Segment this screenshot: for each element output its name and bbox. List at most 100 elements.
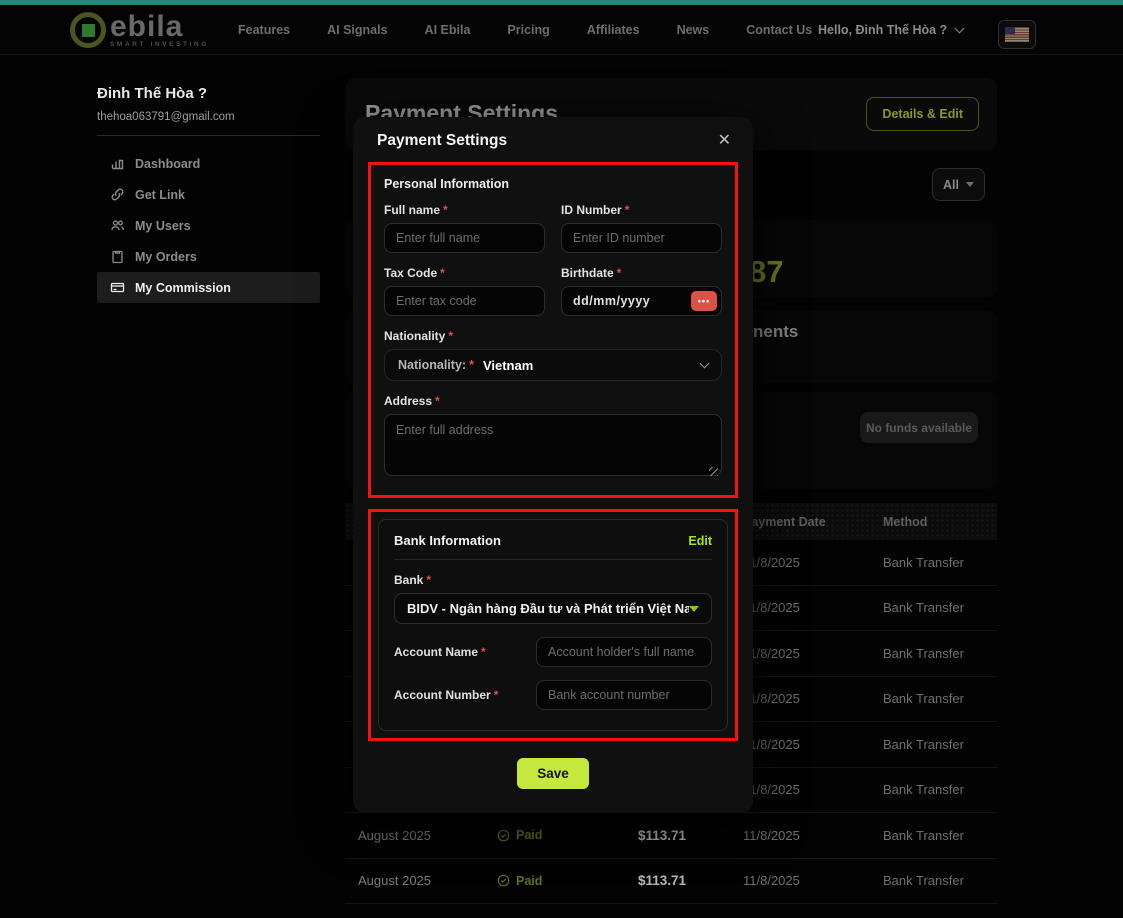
- sidebar-item-label: My Orders: [135, 250, 197, 264]
- bank-select-value: BIDV - Ngân hàng Đầu tư và Phát triển Vi…: [407, 601, 689, 616]
- status-badge: Paid: [516, 828, 542, 842]
- cell-payment-date: 11/8/2025: [743, 828, 883, 843]
- sidebar-user-name: Đinh Thế Hòa ?: [97, 85, 207, 102]
- cell-method: Bank Transfer: [883, 555, 997, 570]
- nationality-select-prefix: Nationality:: [398, 358, 466, 372]
- sidebar-item-my-orders[interactable]: My Orders: [97, 241, 320, 272]
- dropdown-arrow-icon: [689, 606, 699, 612]
- payments-title-fragment: nents: [753, 322, 798, 342]
- required-marker: *: [494, 688, 499, 702]
- personal-information-heading: Personal Information: [384, 177, 722, 191]
- status-badge: Paid: [516, 874, 542, 888]
- account-number-label: Account Number: [394, 688, 491, 702]
- language-selector-button[interactable]: [998, 20, 1036, 49]
- app-window: ebila SMART INVESTING Features AI Signals…: [0, 0, 1123, 918]
- save-button[interactable]: Save: [517, 758, 589, 789]
- nav-menu-item[interactable]: Contact Us: [746, 23, 812, 37]
- bank-information-heading: Bank Information: [394, 533, 501, 548]
- cell-amount: $113.71: [638, 828, 743, 843]
- id-number-input[interactable]: [561, 223, 722, 253]
- nav-menu-item[interactable]: AI Signals: [327, 23, 387, 37]
- brand-logo[interactable]: ebila SMART INVESTING: [70, 12, 209, 48]
- personal-information-section: Personal Information Full name* ID Numbe…: [368, 162, 738, 498]
- credit-card-icon: [110, 280, 125, 295]
- check-circle-icon: [497, 874, 510, 887]
- id-number-label: ID Number: [561, 203, 622, 217]
- tax-code-field-group: Tax Code*: [384, 266, 545, 316]
- full-name-field-group: Full name*: [384, 203, 545, 253]
- full-name-input[interactable]: [384, 223, 545, 253]
- account-name-field-group: Account Name*: [394, 637, 712, 667]
- account-number-field-group: Account Number*: [394, 680, 712, 710]
- sidebar-menu: Dashboard Get Link My Users My Orders My…: [97, 148, 320, 303]
- chevron-down-icon: [700, 358, 710, 368]
- cell-payment-date: 11/8/2025: [743, 737, 883, 752]
- user-greeting-dropdown[interactable]: Hello, Đinh Thế Hòa ?: [818, 5, 963, 55]
- cell-amount: $113.71: [638, 873, 743, 888]
- sidebar-item-my-commission[interactable]: My Commission: [97, 272, 320, 303]
- details-edit-button[interactable]: Details & Edit: [866, 97, 979, 131]
- cell-month: August 2025: [358, 873, 497, 888]
- check-circle-icon: [497, 829, 510, 842]
- address-textarea[interactable]: [384, 414, 722, 476]
- required-marker: *: [443, 203, 448, 217]
- account-name-input[interactable]: [536, 637, 712, 667]
- us-flag-icon: [1005, 27, 1029, 42]
- sidebar-item-label: My Users: [135, 219, 191, 233]
- cell-status: Paid: [497, 874, 638, 888]
- bank-select[interactable]: BIDV - Ngân hàng Đầu tư và Phát triển Vi…: [394, 593, 712, 624]
- id-number-field-group: ID Number*: [561, 203, 722, 253]
- nationality-field-group: Nationality* Nationality:* Vietnam: [384, 329, 722, 381]
- nationality-select[interactable]: Nationality:* Vietnam: [384, 349, 722, 381]
- cell-method: Bank Transfer: [883, 600, 997, 615]
- tax-code-label: Tax Code: [384, 266, 437, 280]
- brand-logo-icon: [70, 12, 106, 48]
- cell-payment-date: 11/8/2025: [743, 782, 883, 797]
- nav-menu: Features AI Signals AI Ebila Pricing Affilia…: [238, 5, 812, 55]
- modal-title: Payment Settings: [377, 132, 507, 150]
- sidebar-item-dashboard[interactable]: Dashboard: [97, 148, 320, 179]
- chevron-down-icon: [955, 23, 965, 33]
- link-icon: [110, 187, 125, 202]
- brand-tagline: SMART INVESTING: [110, 41, 209, 48]
- sidebar-item-my-users[interactable]: My Users: [97, 210, 320, 241]
- nav-menu-item[interactable]: Features: [238, 23, 290, 37]
- required-marker: *: [440, 266, 445, 280]
- sidebar-item-get-link[interactable]: Get Link: [97, 179, 320, 210]
- table-row[interactable]: August 2025 Paid $113.71 11/8/2025 Bank …: [345, 813, 997, 859]
- table-row[interactable]: August 2025 Paid $113.71 11/8/2025 Bank …: [345, 859, 997, 905]
- calendar-icon[interactable]: •••: [691, 291, 717, 311]
- nav-menu-item[interactable]: Affiliates: [587, 23, 640, 37]
- sidebar-user-email: thehoa063791@gmail.com: [97, 111, 235, 123]
- filter-all-dropdown[interactable]: All: [932, 168, 985, 201]
- filter-all-label: All: [943, 178, 959, 192]
- full-name-label: Full name: [384, 203, 440, 217]
- tax-code-input[interactable]: [384, 286, 545, 316]
- account-name-label: Account Name: [394, 645, 478, 659]
- sidebar-item-label: Dashboard: [135, 157, 200, 171]
- cell-payment-date: 11/8/2025: [743, 691, 883, 706]
- nav-menu-item[interactable]: News: [677, 23, 710, 37]
- cell-method: Bank Transfer: [883, 782, 997, 797]
- bank-label: Bank: [394, 573, 423, 587]
- account-number-input[interactable]: [536, 680, 712, 710]
- cell-payment-date: 11/8/2025: [743, 555, 883, 570]
- required-marker: *: [435, 394, 440, 408]
- no-funds-available-button[interactable]: No funds available: [860, 412, 978, 443]
- cell-method: Bank Transfer: [883, 873, 997, 888]
- cell-status: Paid: [497, 828, 638, 842]
- nav-menu-item[interactable]: Pricing: [507, 23, 549, 37]
- required-marker: *: [625, 203, 630, 217]
- required-marker: *: [481, 645, 486, 659]
- bank-edit-link[interactable]: Edit: [688, 534, 712, 548]
- bank-divider: [394, 559, 712, 560]
- address-label: Address: [384, 394, 432, 408]
- table-header-method: Method: [883, 515, 997, 529]
- balance-value-fragment: 87: [749, 254, 783, 290]
- sidebar-item-label: Get Link: [135, 188, 185, 202]
- close-icon[interactable]: ✕: [718, 133, 731, 149]
- chevron-down-icon: [966, 182, 974, 187]
- cell-payment-date: 11/8/2025: [743, 600, 883, 615]
- nav-menu-item[interactable]: AI Ebila: [425, 23, 471, 37]
- birthdate-label: Birthdate: [561, 266, 614, 280]
